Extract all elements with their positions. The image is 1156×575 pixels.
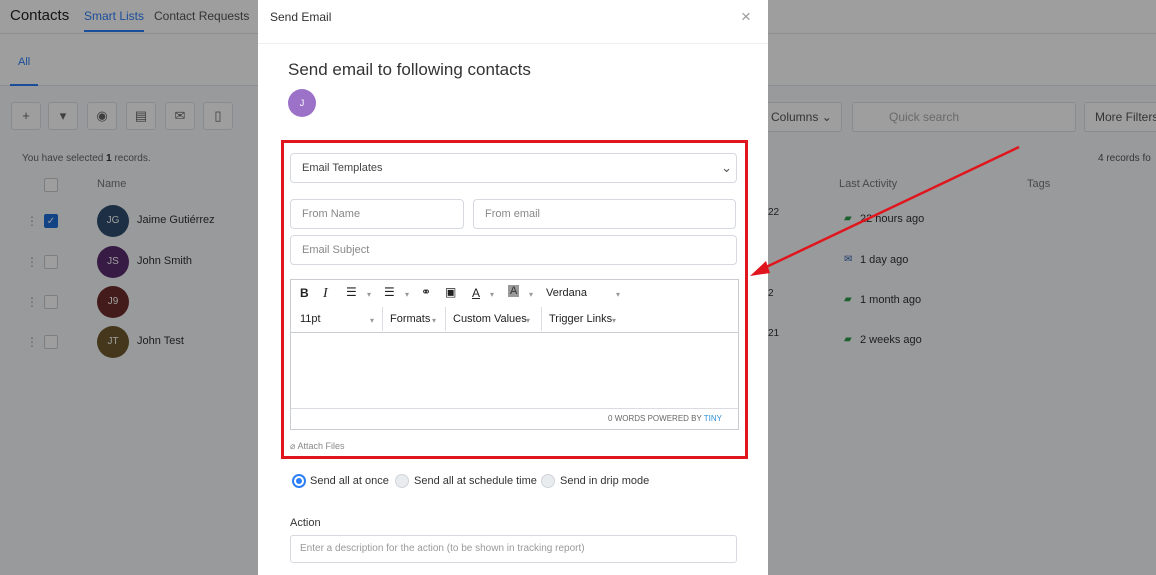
annotation-arrow [750,145,1020,276]
arrow-head [750,261,770,276]
arrow-line [759,145,1020,272]
